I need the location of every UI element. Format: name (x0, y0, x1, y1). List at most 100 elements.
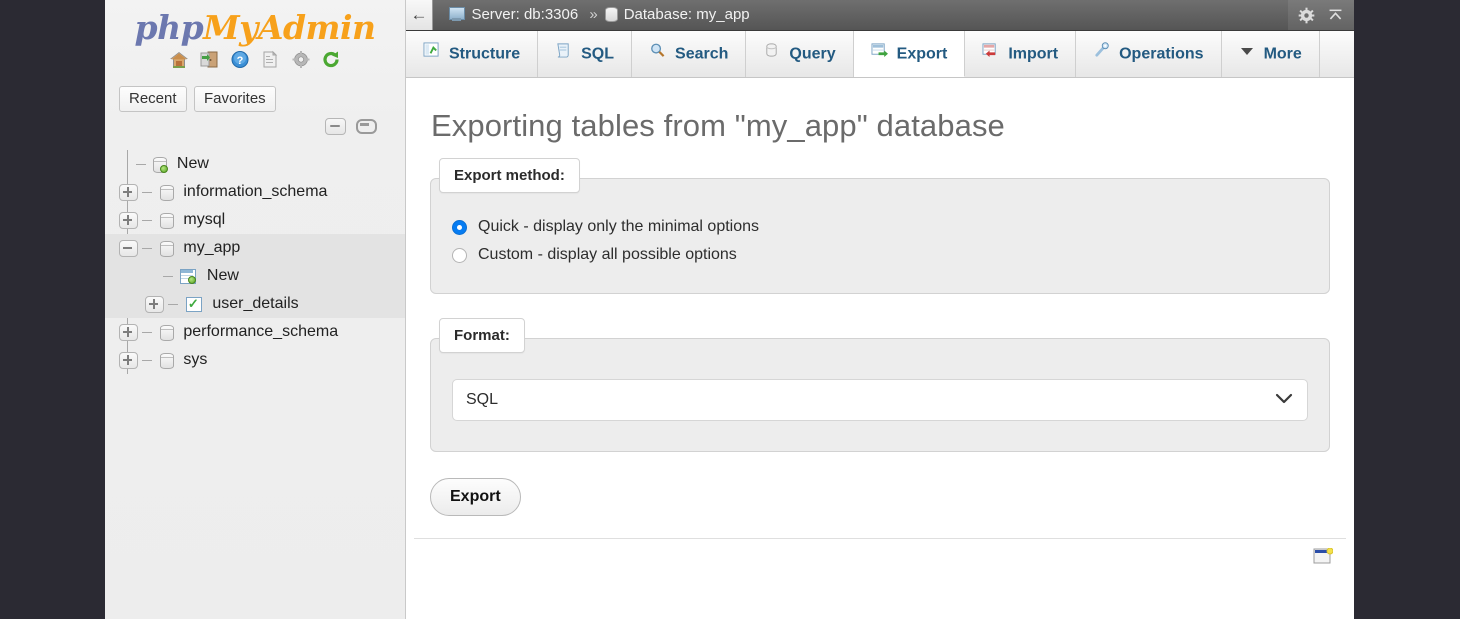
tab-label: Export (896, 45, 948, 63)
database-icon (159, 212, 174, 229)
breadcrumb-bar: ← Server: db:3306 » Database: my_app (406, 0, 1354, 31)
tree-item-information-schema[interactable]: information_schema (105, 178, 405, 206)
tab-operations[interactable]: Operations (1076, 31, 1222, 77)
documentation-icon[interactable] (260, 50, 280, 78)
operations-icon (1093, 31, 1110, 76)
breadcrumb-server-label: Server: db:3306 (471, 6, 579, 23)
format-select[interactable]: SQL (452, 379, 1308, 421)
tree-item-label: my_app (183, 239, 241, 256)
radio-quick[interactable] (452, 219, 467, 235)
svg-text:?: ? (236, 55, 243, 67)
help-icon[interactable]: ? (230, 50, 250, 78)
collapse-all-icon[interactable] (324, 118, 346, 136)
expand-icon[interactable] (145, 295, 164, 313)
export-icon (871, 31, 888, 76)
database-icon (159, 352, 174, 369)
logout-icon[interactable] (199, 50, 219, 78)
tree-item-new-table[interactable]: New (105, 262, 405, 290)
tree-item-label: information_schema (183, 183, 328, 200)
tree-item-label: mysql (183, 211, 226, 228)
expand-icon[interactable] (119, 183, 138, 201)
breadcrumb-server[interactable]: Server: db:3306 » (449, 0, 604, 30)
tab-search[interactable]: Search (632, 31, 747, 77)
tab-label: Search (675, 45, 729, 63)
expand-icon[interactable] (119, 211, 138, 229)
collapse-icon[interactable] (119, 239, 138, 257)
breadcrumb-separator: » (589, 6, 598, 23)
table-new-icon (179, 268, 197, 284)
nav-mini-tabs: Recent Favorites (105, 86, 405, 112)
sql-icon (555, 31, 572, 76)
topbar-actions (1288, 0, 1354, 30)
query-icon (763, 31, 780, 76)
expand-icon[interactable] (119, 323, 138, 341)
table-structure-icon: ✓ (185, 296, 202, 312)
logo-my: My (203, 8, 258, 47)
logo-admin: Admin (257, 8, 376, 47)
back-button[interactable]: ← (406, 0, 433, 30)
collapse-up-icon[interactable] (1327, 7, 1344, 24)
tree-branch-dash (163, 275, 173, 277)
breadcrumb-database[interactable]: Database: my_app (604, 0, 750, 30)
nav-icon-bar: ? (105, 50, 405, 76)
breadcrumb-database-label: Database: my_app (623, 6, 750, 23)
expand-icon[interactable] (119, 351, 138, 369)
chevron-down-icon (1239, 31, 1255, 76)
chevron-down-icon (1275, 392, 1293, 411)
tree-item-my-app[interactable]: my_app (105, 234, 405, 262)
tab-structure[interactable]: Structure (406, 31, 539, 77)
export-method-quick-option[interactable]: Quick - display only the minimal options (431, 213, 1329, 241)
tree-branch-dash (142, 359, 153, 361)
tree-branch-dash (142, 191, 153, 193)
tree-item-sys[interactable]: sys (105, 346, 405, 374)
tree-item-label: user_details (212, 295, 299, 312)
tree-item-new-database[interactable]: New (105, 150, 405, 178)
home-icon[interactable] (169, 50, 189, 78)
format-select-value: SQL (466, 391, 499, 408)
favorites-tab[interactable]: Favorites (193, 86, 276, 112)
radio-custom[interactable] (452, 247, 467, 263)
tab-label: Query (789, 45, 836, 63)
format-legend: Format: (439, 318, 525, 353)
tab-sql[interactable]: SQL (538, 31, 633, 77)
export-method-fieldset: Export method: Quick - display only the … (430, 158, 1330, 294)
recent-tab[interactable]: Recent (119, 86, 187, 112)
database-icon (604, 7, 618, 22)
tab-export[interactable]: Export (853, 31, 966, 77)
database-new-icon (152, 156, 169, 173)
server-icon (449, 7, 466, 21)
logo-php: php (134, 8, 204, 47)
tab-more[interactable]: More (1221, 31, 1320, 77)
content-area: Exporting tables from "my_app" database … (406, 78, 1354, 619)
export-method-legend: Export method: (439, 158, 580, 193)
database-tree: New information_schema mysql my_app New … (105, 150, 405, 374)
tree-branch-dash (142, 331, 153, 333)
main-frame: ← Server: db:3306 » Database: my_app Str… (406, 0, 1354, 619)
database-icon (159, 184, 174, 201)
tab-label: Structure (449, 45, 521, 63)
database-icon (159, 324, 174, 341)
tree-item-user-details[interactable]: ✓ user_details (105, 290, 405, 318)
chain-link-icon[interactable] (356, 119, 377, 135)
tree-item-mysql[interactable]: mysql (105, 206, 405, 234)
settings-icon[interactable] (291, 50, 311, 78)
nav-collapse-row (105, 118, 405, 138)
radio-quick-label: Quick - display only the minimal options (478, 218, 760, 235)
tab-label: Import (1008, 45, 1059, 63)
screen: phpMyAdmin ? Recent Favorites New inform… (0, 0, 1460, 619)
content-divider (414, 538, 1346, 569)
phpmyadmin-logo[interactable]: phpMyAdmin (105, 0, 405, 48)
tab-label: SQL (581, 45, 615, 63)
tree-item-performance-schema[interactable]: performance_schema (105, 318, 405, 346)
tab-bar: Structure SQL Search Query Export Import… (406, 31, 1354, 78)
reload-icon[interactable] (321, 50, 341, 78)
tab-query[interactable]: Query (746, 31, 854, 77)
tree-branch-dash (136, 163, 146, 165)
tab-bar-filler (1319, 31, 1354, 77)
tree-item-label: performance_schema (183, 323, 339, 340)
gear-icon[interactable] (1298, 7, 1315, 24)
console-window-icon[interactable] (1313, 547, 1334, 565)
export-button[interactable]: Export (430, 478, 521, 516)
tab-import[interactable]: Import (965, 31, 1077, 77)
export-method-custom-option[interactable]: Custom - display all possible options (431, 241, 1329, 269)
